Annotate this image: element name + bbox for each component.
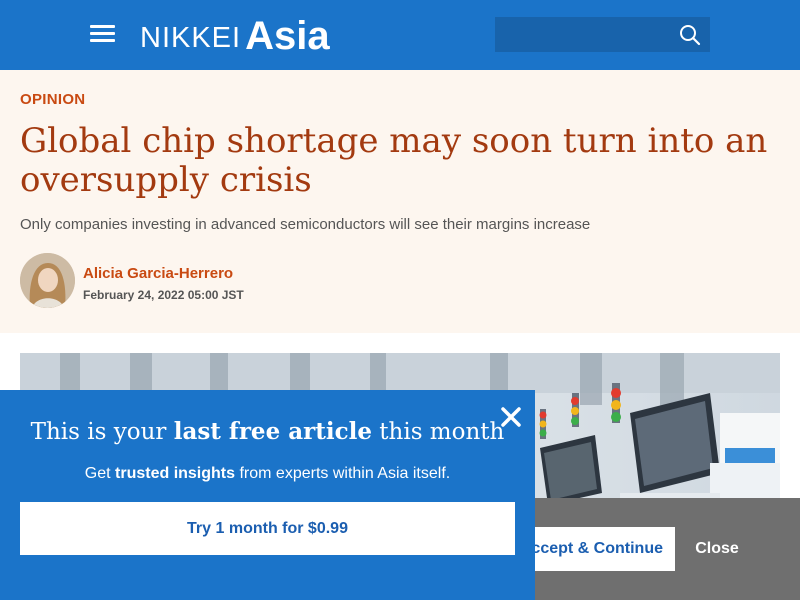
logo-nikkei-text: NIKKEI — [140, 22, 242, 54]
search-input[interactable] — [495, 17, 665, 52]
paywall-text-part1: Get — [84, 465, 116, 482]
section-label[interactable]: OPINION — [20, 91, 85, 108]
site-header: NIKKEI Asia — [0, 0, 800, 70]
paywall-text: Get trusted insights from experts within… — [0, 465, 535, 483]
paywall-title: This is your last free article this mont… — [0, 418, 535, 445]
publish-date: February 24, 2022 05:00 JST — [83, 288, 244, 302]
cookie-close-button[interactable]: Close — [683, 527, 751, 571]
author-avatar[interactable] — [20, 253, 75, 308]
paywall-title-bold: last free article — [173, 418, 372, 445]
paywall-title-part1: This is your — [30, 419, 174, 445]
logo-asia-text: Asia — [245, 14, 330, 58]
trial-subscribe-button[interactable]: Try 1 month for $0.99 — [20, 502, 515, 555]
article-subheadline: Only companies investing in advanced sem… — [20, 216, 591, 233]
paywall-text-bold: trusted insights — [115, 465, 236, 482]
author-name[interactable]: Alicia Garcia-Herrero — [83, 265, 233, 282]
site-logo[interactable]: NIKKEI Asia — [140, 12, 330, 56]
paywall-text-part2: from experts within Asia itself. — [235, 465, 451, 482]
article-headline: Global chip shortage may soon turn into … — [20, 121, 768, 200]
search-box — [495, 17, 710, 52]
hamburger-menu-icon[interactable] — [90, 25, 115, 43]
search-icon[interactable] — [678, 23, 702, 47]
paywall-title-part2: this month — [371, 419, 505, 445]
